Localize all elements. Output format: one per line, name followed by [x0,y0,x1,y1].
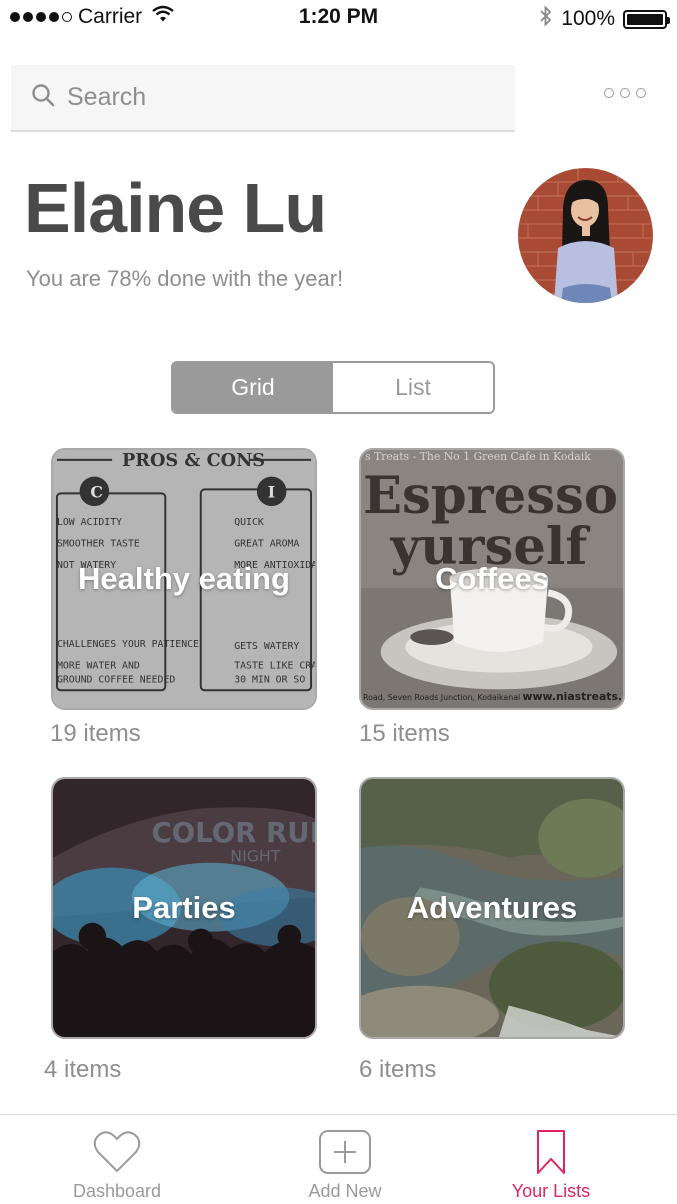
list-card-healthy-eating[interactable]: PROS & CONS C I LOW ACIDITY SMOOTHER TAS… [51,448,317,710]
battery-icon [623,9,670,29]
more-options-button[interactable] [604,88,646,98]
tab-add-new[interactable]: Add New [265,1115,425,1204]
status-bar: Carrier 1:20 PM 100% [0,0,677,36]
tab-bar: Dashboard Add New Your Lists [0,1114,677,1204]
list-item-count: 6 items [359,1056,437,1083]
tab-dashboard[interactable]: Dashboard [37,1115,197,1204]
tab-label: Add New [308,1181,382,1201]
bluetooth-icon [539,5,553,33]
search-input[interactable] [67,83,467,112]
list-title: Adventures [406,890,578,925]
profile-name: Elaine Lu [24,169,327,247]
list-card-adventures[interactable]: Adventures [359,777,625,1039]
heart-icon [93,1129,141,1175]
search-bar[interactable] [11,65,515,132]
status-right: 100% [539,5,670,33]
list-card-coffees[interactable]: s Treats - The No 1 Green Cafe in Kodaik… [359,448,625,710]
avatar[interactable] [518,168,653,303]
battery-percent: 100% [561,7,615,30]
bookmark-icon [536,1129,566,1175]
year-progress-text: You are 78% done with the year! [26,266,344,291]
tab-list[interactable]: List [333,363,493,412]
list-item-count: 19 items [50,720,141,747]
tab-grid[interactable]: Grid [173,363,333,412]
list-title: Coffees [435,561,549,596]
tab-your-lists[interactable]: Your Lists [471,1115,631,1204]
view-toggle: Grid List [171,361,495,414]
search-icon [31,83,67,112]
tab-label: Dashboard [72,1181,162,1201]
list-card-parties[interactable]: COLOR RUN NIGHT Parties [51,777,317,1039]
tab-label: Your Lists [511,1181,591,1201]
list-item-count: 4 items [44,1056,122,1083]
list-title: Healthy eating [78,561,290,596]
list-title: Parties [132,890,236,925]
list-item-count: 15 items [359,720,450,747]
plus-square-icon [318,1129,372,1175]
